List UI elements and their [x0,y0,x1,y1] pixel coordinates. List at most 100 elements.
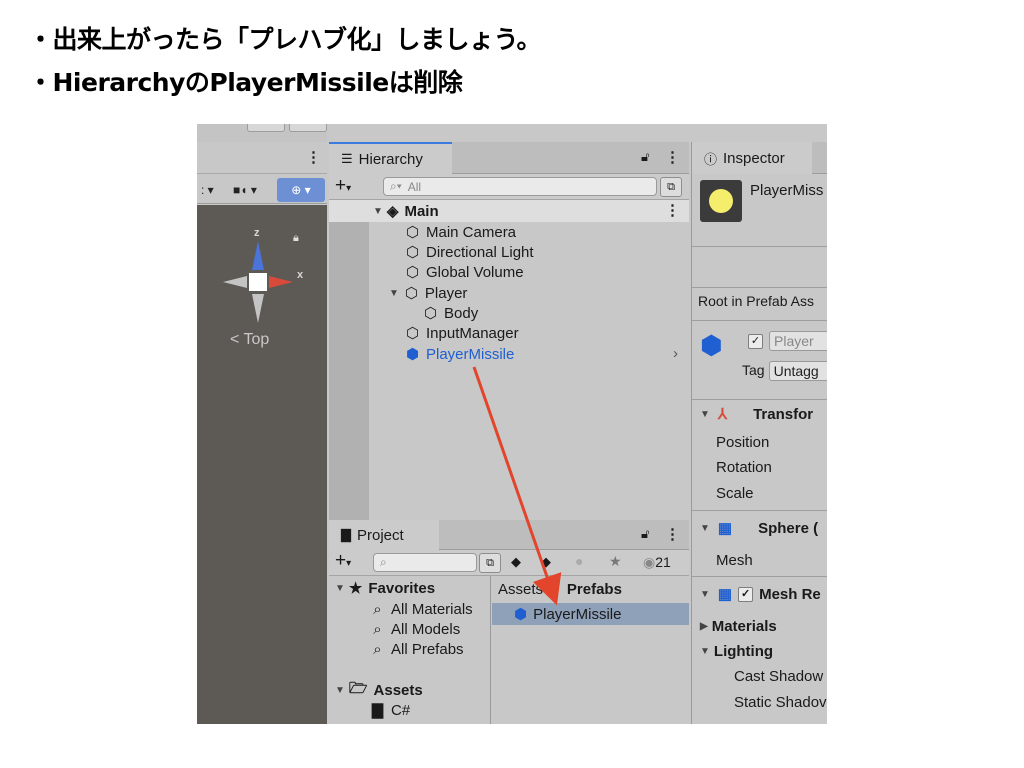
project-toolbar: +▾ ⌕ ⧉ ◆ ◆ ● ★ ◉21 [329,550,689,576]
lock-icon[interactable]: 🔓︎ [641,526,649,542]
project-menu-icon[interactable]: ⋮ [665,525,680,543]
add-button[interactable]: +▾ [335,175,351,197]
log-filter-icon[interactable]: ● [575,553,583,569]
tab-project[interactable]: ▇ Project [329,520,439,550]
favorite-item[interactable]: ⌕ All Models [369,619,460,639]
search-mode-icon[interactable]: ⧉ [479,553,501,573]
folder-item[interactable]: ▇ C# [369,700,410,720]
scene-root-menu-icon[interactable]: ⋮ [665,201,680,219]
tree-item[interactable]: ⬡ Global Volume [404,262,524,282]
scene-header: ⋮ [197,142,327,174]
orientation-gizmo[interactable] [197,205,327,724]
favorite-item[interactable]: ⌕ All Prefabs [369,639,463,659]
active-checkbox[interactable]: ✓ [748,333,763,349]
top-toolbar-strip [197,124,327,142]
mesh-filter-icon: ▦ [717,520,733,537]
toolbar-button[interactable] [247,124,285,132]
mesh-filter-component-header[interactable]: ▼ ▦ Sphere ( [692,515,827,541]
scene-menu-icon[interactable]: ⋮ [306,148,321,166]
tab-hierarchy-label: Hierarchy [358,150,423,168]
asset-preview [700,180,742,222]
collapse-arrow-icon[interactable]: ▼ [700,589,710,600]
tab-hierarchy[interactable]: ☰ Hierarchy [329,142,452,174]
expand-arrow-icon[interactable]: ▼ [335,583,345,594]
collapse-arrow-icon[interactable]: ▼ [700,523,710,534]
tree-item[interactable]: ⬡ Body [422,303,478,323]
gizmos-toggle[interactable]: ⊕ ▾ [277,178,325,202]
assets-row[interactable]: ▼ 🗁︎ Assets [335,680,423,700]
tree-item-prefab[interactable]: ⬢ PlayerMissile [404,344,514,364]
enabled-checkbox[interactable]: ✓ [738,586,754,602]
unity-scene-icon: ◈ [386,203,399,220]
tag-label: Tag [742,361,765,378]
project-panel: ▇ Project 🔓︎ ⋮ +▾ ⌕ ⧉ ◆ ◆ ● ★ ◉21 ▼ ★ Fa… [329,520,689,724]
favorite-item-label: All Models [391,620,461,638]
favorite-item[interactable]: ⌕ All Materials [369,599,472,619]
breadcrumb-root[interactable]: Assets [498,581,543,598]
favorites-label: Favorites [368,579,436,597]
draw-mode-dropdown[interactable]: : ▾ [201,180,214,200]
list-icon: ☰ [341,151,353,166]
gameobject-icon: ⬡ [405,264,420,281]
search-placeholder: All [407,179,422,194]
label-filter-icon[interactable]: ◆ [541,554,551,570]
object-name: PlayerMiss [750,182,824,199]
scale-label: Scale [716,485,754,502]
tree-item[interactable]: ⬡ Directional Light [404,242,534,262]
collapse-arrow-icon[interactable]: ▼ [700,409,710,420]
favorite-star-icon[interactable]: ★ [609,553,622,570]
scene-panel: ⋮ : ▾ ■◖ ▾ ⊕ ▾ z x 🔒︎ < Top [197,124,327,724]
hierarchy-search-input[interactable]: ⌕▾ All [383,177,657,196]
bullet-delete-missile: ・HierarchyのPlayerMissileは削除 [28,68,463,97]
inspector-panel: ⓘ Inspector PlayerMiss Root in Prefab As… [691,142,827,724]
breadcrumb: Assets ▸ Prefabs [498,580,622,598]
toolbar-button[interactable] [289,124,327,132]
hierarchy-menu-icon[interactable]: ⋮ [665,148,680,166]
camera-icon[interactable]: ■◖ ▾ [233,180,257,200]
mesh-renderer-component-header[interactable]: ▼ ▦ ✓ Mesh Re [692,581,827,607]
expand-arrow-icon[interactable]: ▼ [373,206,383,217]
expand-arrow-icon[interactable]: ▼ [335,685,345,696]
expand-arrow-icon[interactable]: ▶ [700,621,708,632]
mesh-renderer-label: Mesh Re [759,585,821,603]
tree-item[interactable]: ⬡ InputManager [404,323,519,343]
hidden-count[interactable]: ◉21 [643,554,671,571]
hierarchy-gutter [329,222,369,520]
divider [692,320,827,321]
scene-visibility-icon[interactable]: ⧉ [660,177,682,197]
lighting-label: Lighting [713,642,774,660]
lighting-foldout[interactable]: ▼ Lighting [692,638,827,664]
tag-dropdown[interactable]: Untagg [768,361,827,381]
active-name-row: ✓ Player [748,331,827,351]
lock-icon[interactable]: 🔒︎ [293,232,299,245]
tree-item[interactable]: ▼ ⬡ Player [389,283,467,303]
asset-item-selected[interactable]: ⬢ PlayerMissile [492,603,689,625]
mesh-renderer-icon: ▦ [717,586,733,603]
collapse-arrow-icon[interactable]: ▼ [700,646,710,657]
favorites-row[interactable]: ▼ ★ Favorites [335,578,435,598]
search-icon: ⌕ [373,620,382,638]
scene-view[interactable]: z x 🔒︎ < Top [197,205,327,724]
type-filter-icon[interactable]: ◆ [511,554,521,570]
asset-item-label: PlayerMissile [533,605,622,623]
transform-component-header[interactable]: ▼ ⅄ Transfor [692,401,827,427]
expand-arrow-icon[interactable]: ▼ [389,288,399,299]
tree-item-label: Global Volume [426,263,524,281]
breadcrumb-folder[interactable]: Prefabs [567,581,622,598]
tab-inspector[interactable]: ⓘ Inspector [692,142,812,174]
project-asset-list: Assets ▸ Prefabs ⬢ PlayerMissile [492,576,689,724]
gameobject-icon: ⬡ [423,305,438,322]
materials-foldout[interactable]: ▶ Materials [692,613,827,639]
static-shadow-label: Static Shadov [734,694,827,711]
project-search-input[interactable]: ⌕ [373,553,477,572]
lock-icon[interactable]: 🔓︎ [641,149,649,165]
scene-root-row[interactable]: ▼ ◈ Main ⋮ [329,200,689,222]
name-field[interactable]: Player [769,331,827,351]
view-label: < Top [230,331,270,348]
folder-icon: ▇ [341,527,351,542]
open-prefab-chevron-icon[interactable]: › [673,345,678,362]
create-button[interactable]: +▾ [335,550,351,572]
unity-editor-screenshot: ⋮ : ▾ ■◖ ▾ ⊕ ▾ z x 🔒︎ < Top ☰ Hierarchy … [197,124,827,724]
tree-item[interactable]: ⬡ Main Camera [404,222,516,242]
search-icon: ⌕▾ [390,179,402,193]
